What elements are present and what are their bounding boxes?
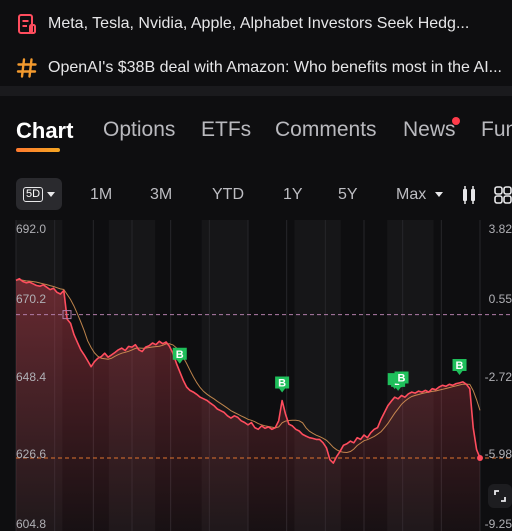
news-item[interactable]: OpenAI's $38B deal with Amazon: Who bene… bbox=[0, 49, 512, 87]
news-headline: Meta, Tesla, Nvidia, Apple, Alphabet Inv… bbox=[48, 15, 470, 32]
y-tick-left: 626.6 bbox=[16, 447, 47, 461]
range-1m[interactable]: 1M bbox=[90, 186, 112, 204]
range-1y[interactable]: 1Y bbox=[283, 186, 303, 204]
price-chart[interactable]: BBBBBB 692.0 670.2 648.4 626.6 604.8 3.8… bbox=[0, 220, 512, 531]
y-tick-right: -5.98 bbox=[484, 447, 512, 461]
notification-dot bbox=[452, 117, 460, 125]
buy-marker-label: B bbox=[176, 349, 184, 361]
expand-chart-button[interactable] bbox=[488, 484, 512, 508]
layout-icon[interactable] bbox=[494, 186, 512, 204]
y-tick-right: 0.55 bbox=[488, 292, 512, 306]
buy-marker-label: B bbox=[278, 378, 286, 390]
y-tick-left: 648.4 bbox=[16, 370, 47, 384]
range-5d-button[interactable]: 5D bbox=[16, 178, 62, 210]
buy-marker-label: B bbox=[456, 360, 464, 372]
price-chart-svg: BBBBBB bbox=[15, 220, 512, 531]
y-tick-left: 604.8 bbox=[16, 517, 47, 531]
tab-fun[interactable]: Fun bbox=[481, 118, 512, 142]
range-5y[interactable]: 5Y bbox=[338, 186, 358, 204]
buy-marker-label: B bbox=[398, 372, 406, 384]
chevron-down-icon bbox=[434, 192, 443, 198]
range-5d-label: 5D bbox=[22, 186, 44, 202]
y-tick-right: 3.82 bbox=[488, 222, 512, 236]
range-ytd[interactable]: YTD bbox=[212, 186, 244, 204]
y-tick-right: -9.25 bbox=[484, 517, 512, 531]
section-divider bbox=[0, 86, 512, 96]
range-max[interactable]: Max bbox=[396, 186, 443, 204]
news-headline: OpenAI's $38B deal with Amazon: Who bene… bbox=[48, 59, 502, 76]
tab-comments[interactable]: Comments bbox=[275, 118, 377, 142]
tab-chart[interactable]: Chart bbox=[16, 118, 73, 144]
last-price-dot bbox=[477, 455, 483, 462]
tab-news[interactable]: News bbox=[403, 118, 456, 142]
tab-bar: Chart Options ETFs Comments News Fun bbox=[0, 118, 512, 158]
active-tab-indicator bbox=[16, 148, 60, 152]
range-3m[interactable]: 3M bbox=[150, 186, 172, 204]
candlestick-icon[interactable] bbox=[461, 186, 477, 204]
expand-icon bbox=[494, 490, 506, 502]
article-icon bbox=[18, 14, 36, 34]
y-tick-left: 692.0 bbox=[16, 222, 47, 236]
chevron-down-icon bbox=[47, 191, 56, 197]
tab-options[interactable]: Options bbox=[103, 118, 175, 142]
y-tick-left: 670.2 bbox=[16, 292, 47, 306]
time-range-bar: 5D 1M 3M YTD 1Y 5Y Max bbox=[0, 178, 512, 212]
tab-etfs[interactable]: ETFs bbox=[201, 118, 251, 142]
y-tick-right: -2.72 bbox=[484, 370, 512, 384]
hashtag-icon bbox=[16, 58, 37, 78]
news-item[interactable]: Meta, Tesla, Nvidia, Apple, Alphabet Inv… bbox=[0, 5, 512, 43]
range-max-label: Max bbox=[396, 186, 427, 203]
